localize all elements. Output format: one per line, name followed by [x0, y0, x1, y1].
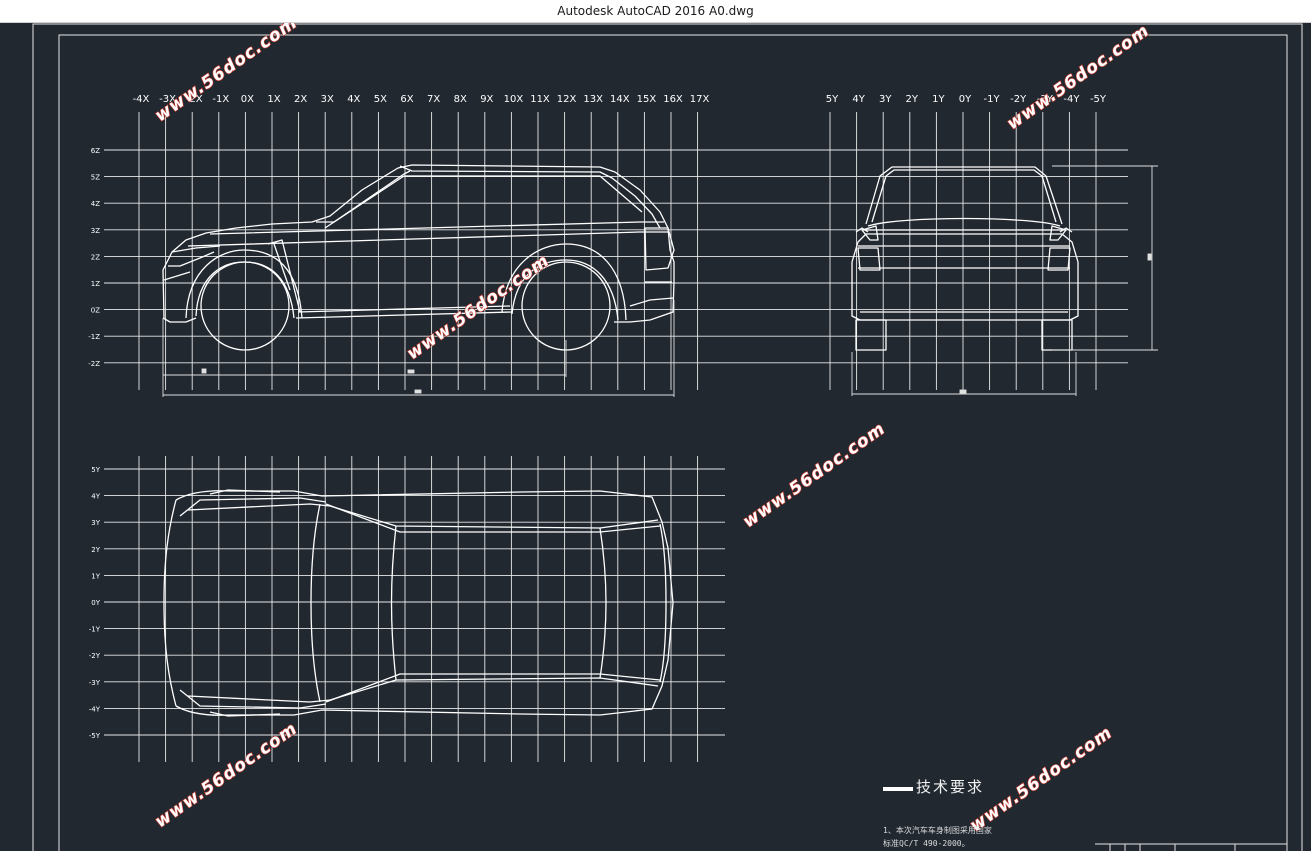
top-y-tick-label: -2Y: [89, 652, 101, 660]
top-y-tick-label: 1Y: [91, 572, 100, 580]
side-x-tick-label: 17X: [690, 94, 710, 105]
side-z-tick-label: 6Z: [91, 147, 100, 155]
side-z-tick-label: 0Z: [91, 307, 100, 315]
side-z-tick-label: 1Z: [91, 280, 100, 288]
side-x-tick-label: 10X: [504, 94, 524, 105]
side-x-tick-label: 1X: [267, 94, 280, 105]
window-title: Autodesk AutoCAD 2016 A0.dwg: [557, 4, 754, 18]
tech-requirements-title: 技术要求: [916, 778, 985, 796]
front-y-tick-label: 5Y: [826, 94, 839, 105]
side-x-tick-label: 11X: [530, 94, 550, 105]
top-y-tick-label: -3Y: [89, 679, 101, 687]
side-x-tick-label: -4X: [133, 94, 150, 105]
side-x-tick-label: 4X: [347, 94, 360, 105]
side-view-wheels: [200, 261, 611, 351]
side-z-tick-label: 2Z: [91, 253, 100, 261]
side-x-tick-label: 6X: [400, 94, 413, 105]
front-y-tick-label: 4Y: [852, 94, 865, 105]
front-y-tick-label: 2Y: [906, 94, 919, 105]
side-view-x-ticks: -4X -3X -2X -1X 0X 1X 2X 3X 4X 5X 6X 7X 8X 9X 10X 11X 12…: [133, 94, 710, 105]
front-view-car: [851, 166, 1079, 351]
side-z-tick-label: -2Z: [88, 360, 100, 368]
side-z-tick-label: 5Z: [91, 174, 100, 182]
side-x-tick-label: 14X: [610, 94, 630, 105]
top-y-tick-label: -4Y: [89, 705, 101, 713]
side-z-tick-label: 3Z: [91, 227, 100, 235]
side-view-car: [162, 164, 675, 323]
tech-requirements-line-1: 1、本次汽车车身制图采用国家: [883, 826, 992, 835]
watermark-6: www.56doc.com: [966, 723, 1116, 836]
side-x-tick-label: 8X: [454, 94, 467, 105]
top-y-tick-label: 3Y: [91, 519, 100, 527]
top-y-tick-label: 4Y: [91, 493, 100, 501]
cad-drawing[interactable]: -4X -3X -2X -1X 0X 1X 2X 3X 4X 5X 6X 7X 8X 9X 10X 11X 12…: [0, 23, 1311, 851]
side-x-tick-label: 5X: [374, 94, 387, 105]
side-x-tick-label: 2X: [294, 94, 307, 105]
top-y-tick-label: -5Y: [89, 732, 101, 740]
title-block: [1095, 843, 1287, 851]
side-z-tick-label: 4Z: [91, 200, 100, 208]
side-x-tick-label: 13X: [583, 94, 603, 105]
front-y-tick-label: 1Y: [932, 94, 945, 105]
side-x-tick-label: 0X: [241, 94, 254, 105]
front-view-grid: [829, 112, 1097, 390]
side-x-tick-label: 12X: [557, 94, 577, 105]
tech-requirements-bar: [883, 787, 913, 791]
watermark-2: www.56doc.com: [1003, 23, 1153, 134]
watermark-5: www.56doc.com: [151, 719, 301, 832]
top-y-tick-label: 2Y: [91, 546, 100, 554]
side-view-z-ticks: 6Z 5Z 4Z 3Z 2Z 1Z 0Z -1Z -2Z: [88, 147, 100, 368]
side-x-tick-label: 3X: [321, 94, 334, 105]
watermark-1: www.56doc.com: [151, 23, 301, 126]
watermark-3: www.56doc.com: [403, 251, 553, 364]
side-x-tick-label: 7X: [427, 94, 440, 105]
drawing-canvas[interactable]: -4X -3X -2X -1X 0X 1X 2X 3X 4X 5X 6X 7X 8X 9X 10X 11X 12…: [0, 23, 1311, 851]
side-x-tick-label: 9X: [480, 94, 493, 105]
tech-requirements-line-2: 标准QC/T 490-2000。: [883, 839, 970, 848]
front-y-tick-label: -1Y: [984, 94, 1001, 105]
side-x-tick-label: 15X: [637, 94, 657, 105]
front-y-tick-label: 3Y: [879, 94, 892, 105]
side-z-tick-label: -1Z: [88, 333, 100, 341]
front-y-tick-label: 0Y: [959, 94, 972, 105]
top-y-tick-label: 0Y: [91, 599, 100, 607]
window-titlebar: Autodesk AutoCAD 2016 A0.dwg: [0, 0, 1311, 23]
front-view-dimensions: [851, 165, 1158, 396]
top-y-tick-label: 5Y: [91, 466, 100, 474]
drawing-frame: [32, 23, 1303, 851]
top-y-tick-label: -1Y: [89, 626, 101, 634]
watermark-4: www.56doc.com: [739, 419, 889, 532]
side-x-tick-label: 16X: [663, 94, 683, 105]
top-view-y-ticks: 5Y 4Y 3Y 2Y 1Y 0Y -1Y -2Y -3Y -4Y -5Y: [89, 466, 101, 740]
front-y-tick-label: -5Y: [1090, 94, 1107, 105]
side-x-tick-label: -1X: [212, 94, 229, 105]
